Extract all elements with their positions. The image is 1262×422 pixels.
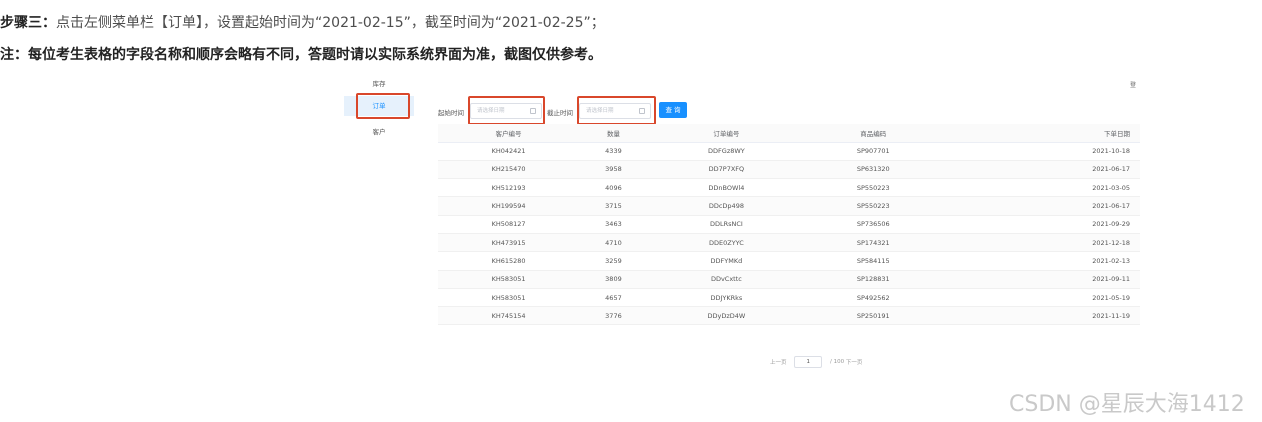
- sidebar: 库存 订单 客户: [336, 70, 422, 414]
- table-row: KH583051 4657 DDJYKRks SP492562 2021-05-…: [438, 288, 1140, 308]
- table-cell: 3259: [579, 251, 648, 271]
- table-cell: KH042421: [438, 142, 580, 161]
- table-cell: DD7P7XFQ: [647, 160, 805, 180]
- table-row: KH512193 4096 DDnBOWl4 SP550223 2021-03-…: [438, 178, 1140, 198]
- query-button[interactable]: 查 询: [659, 102, 687, 118]
- table-cell: 3463: [579, 215, 648, 234]
- table-cell: KH583051: [438, 288, 580, 308]
- table-cell: 3958: [579, 160, 648, 180]
- table-cell: 2021-11-19: [941, 306, 1140, 326]
- table-cell: KH615280: [438, 251, 580, 271]
- table-cell: 2021-09-11: [941, 270, 1140, 289]
- table-row: KH042421 4339 DDFGz8WY SP907701 2021-10-…: [438, 142, 1140, 161]
- table-cell: SP907701: [805, 142, 942, 161]
- end-time-label: 截止时间: [547, 109, 573, 117]
- table-cell: 4710: [579, 233, 648, 253]
- table-cell: DDyDzD4W: [647, 306, 805, 326]
- table-cell: 2021-06-17: [941, 160, 1140, 180]
- table-row: KH615280 3259 DDFYMKd SP584115 2021-02-1…: [438, 251, 1140, 271]
- table-cell: SP250191: [805, 306, 942, 326]
- table-cell: SP492562: [805, 288, 942, 308]
- table-cell: 2021-02-13: [941, 251, 1140, 271]
- table-cell: SP631320: [805, 160, 942, 180]
- page-number-input[interactable]: 1: [794, 356, 823, 368]
- table-cell: KH199594: [438, 196, 580, 216]
- app-screenshot: 库存 订单 客户 登 起始时间 请选择日期 截止时间 请选择日期 查 询 客户编…: [336, 70, 1148, 414]
- table-cell: 2021-09-29: [941, 215, 1140, 234]
- table-cell: 2021-10-18: [941, 142, 1140, 161]
- table-cell: DDFYMKd: [647, 251, 805, 271]
- table-cell: DDFGz8WY: [647, 142, 805, 161]
- table-cell: 3809: [579, 270, 648, 289]
- table-cell: 4657: [579, 288, 648, 308]
- table-row: KH508127 3463 DDLRsNCI SP736506 2021-09-…: [438, 215, 1140, 234]
- table-cell: 4096: [579, 178, 648, 198]
- table-row: KH215470 3958 DD7P7XFQ SP631320 2021-06-…: [438, 160, 1140, 180]
- table-cell: SP584115: [805, 251, 942, 271]
- start-date-highlight-box: [468, 96, 545, 125]
- table-cell: 3715: [579, 196, 648, 216]
- table-cell: 4339: [579, 142, 648, 161]
- table-cell: KH512193: [438, 178, 580, 198]
- table-cell: 2021-03-05: [941, 178, 1140, 198]
- table-cell: SP736506: [805, 215, 942, 234]
- table-header-row: 客户编号 数量 订单编号 商品编码 下单日期: [438, 124, 1140, 143]
- sidebar-item-inventory[interactable]: 库存: [344, 74, 414, 94]
- end-date-highlight-box: [577, 96, 656, 125]
- table-cell: KH583051: [438, 270, 580, 289]
- table-cell: 3776: [579, 306, 648, 326]
- start-time-label: 起始时间: [438, 109, 464, 117]
- step-prefix: 步骤三：: [0, 15, 56, 31]
- header-right-text: 登: [1129, 82, 1136, 89]
- table-cell: DDvCxttc: [647, 270, 805, 289]
- table-row: KH745154 3776 DDyDzD4W SP250191 2021-11-…: [438, 306, 1140, 326]
- table-row: KH199594 3715 DDcDp498 SP550223 2021-06-…: [438, 196, 1140, 216]
- table-cell: DDnBOWl4: [647, 178, 805, 198]
- table-cell: KH745154: [438, 306, 580, 326]
- page-total: / 100: [830, 359, 845, 365]
- filter-bar: 起始时间 请选择日期 截止时间 请选择日期 查 询: [438, 96, 738, 125]
- table-cell: KH473915: [438, 233, 580, 253]
- watermark: CSDN @星辰大海1412: [1009, 392, 1245, 417]
- table-cell: DDJYKRks: [647, 288, 805, 308]
- table-cell: 2021-06-17: [941, 196, 1140, 216]
- sidebar-item-customers[interactable]: 客户: [344, 122, 414, 142]
- table-cell: DDcDp498: [647, 196, 805, 216]
- table-cell: 2021-05-19: [941, 288, 1140, 308]
- table-cell: 2021-12-18: [941, 233, 1140, 253]
- table-cell: SP550223: [805, 196, 942, 216]
- table-cell: DDE0ZYYC: [647, 233, 805, 253]
- table-cell: SP174321: [805, 233, 942, 253]
- column-header-product-code[interactable]: 商品编码: [805, 124, 942, 143]
- column-header-customer-id[interactable]: 客户编号: [438, 124, 580, 143]
- table-cell: SP550223: [805, 178, 942, 198]
- orders-table: 客户编号 数量 订单编号 商品编码 下单日期 KH042421 4339 DDF…: [438, 124, 1140, 326]
- table-cell: DDLRsNCI: [647, 215, 805, 234]
- table-cell: SP128831: [805, 270, 942, 289]
- next-page-link[interactable]: 下一页: [846, 358, 863, 366]
- pagination: 上一页 1 / 100 下一页: [770, 356, 862, 370]
- orders-highlight-box: [356, 93, 410, 119]
- column-header-order-id[interactable]: 订单编号: [647, 124, 805, 143]
- table-row: KH583051 3809 DDvCxttc SP128831 2021-09-…: [438, 270, 1140, 289]
- table-row: KH473915 4710 DDE0ZYYC SP174321 2021-12-…: [438, 233, 1140, 253]
- step-text: 点击左侧菜单栏【订单】，设置起始时间为“2021-02-15”，截至时间为“20…: [56, 15, 605, 31]
- column-header-order-date[interactable]: 下单日期: [941, 124, 1140, 143]
- note-text: 注：每位考生表格的字段名称和顺序会略有不同，答题时请以实际系统界面为准，截图仅供…: [0, 47, 602, 63]
- column-header-quantity[interactable]: 数量: [579, 124, 648, 143]
- prev-page-link[interactable]: 上一页: [770, 358, 787, 366]
- table-cell: KH215470: [438, 160, 580, 180]
- step-instruction: 步骤三：点击左侧菜单栏【订单】，设置起始时间为“2021-02-15”，截至时间…: [0, 12, 605, 32]
- table-cell: KH508127: [438, 215, 580, 234]
